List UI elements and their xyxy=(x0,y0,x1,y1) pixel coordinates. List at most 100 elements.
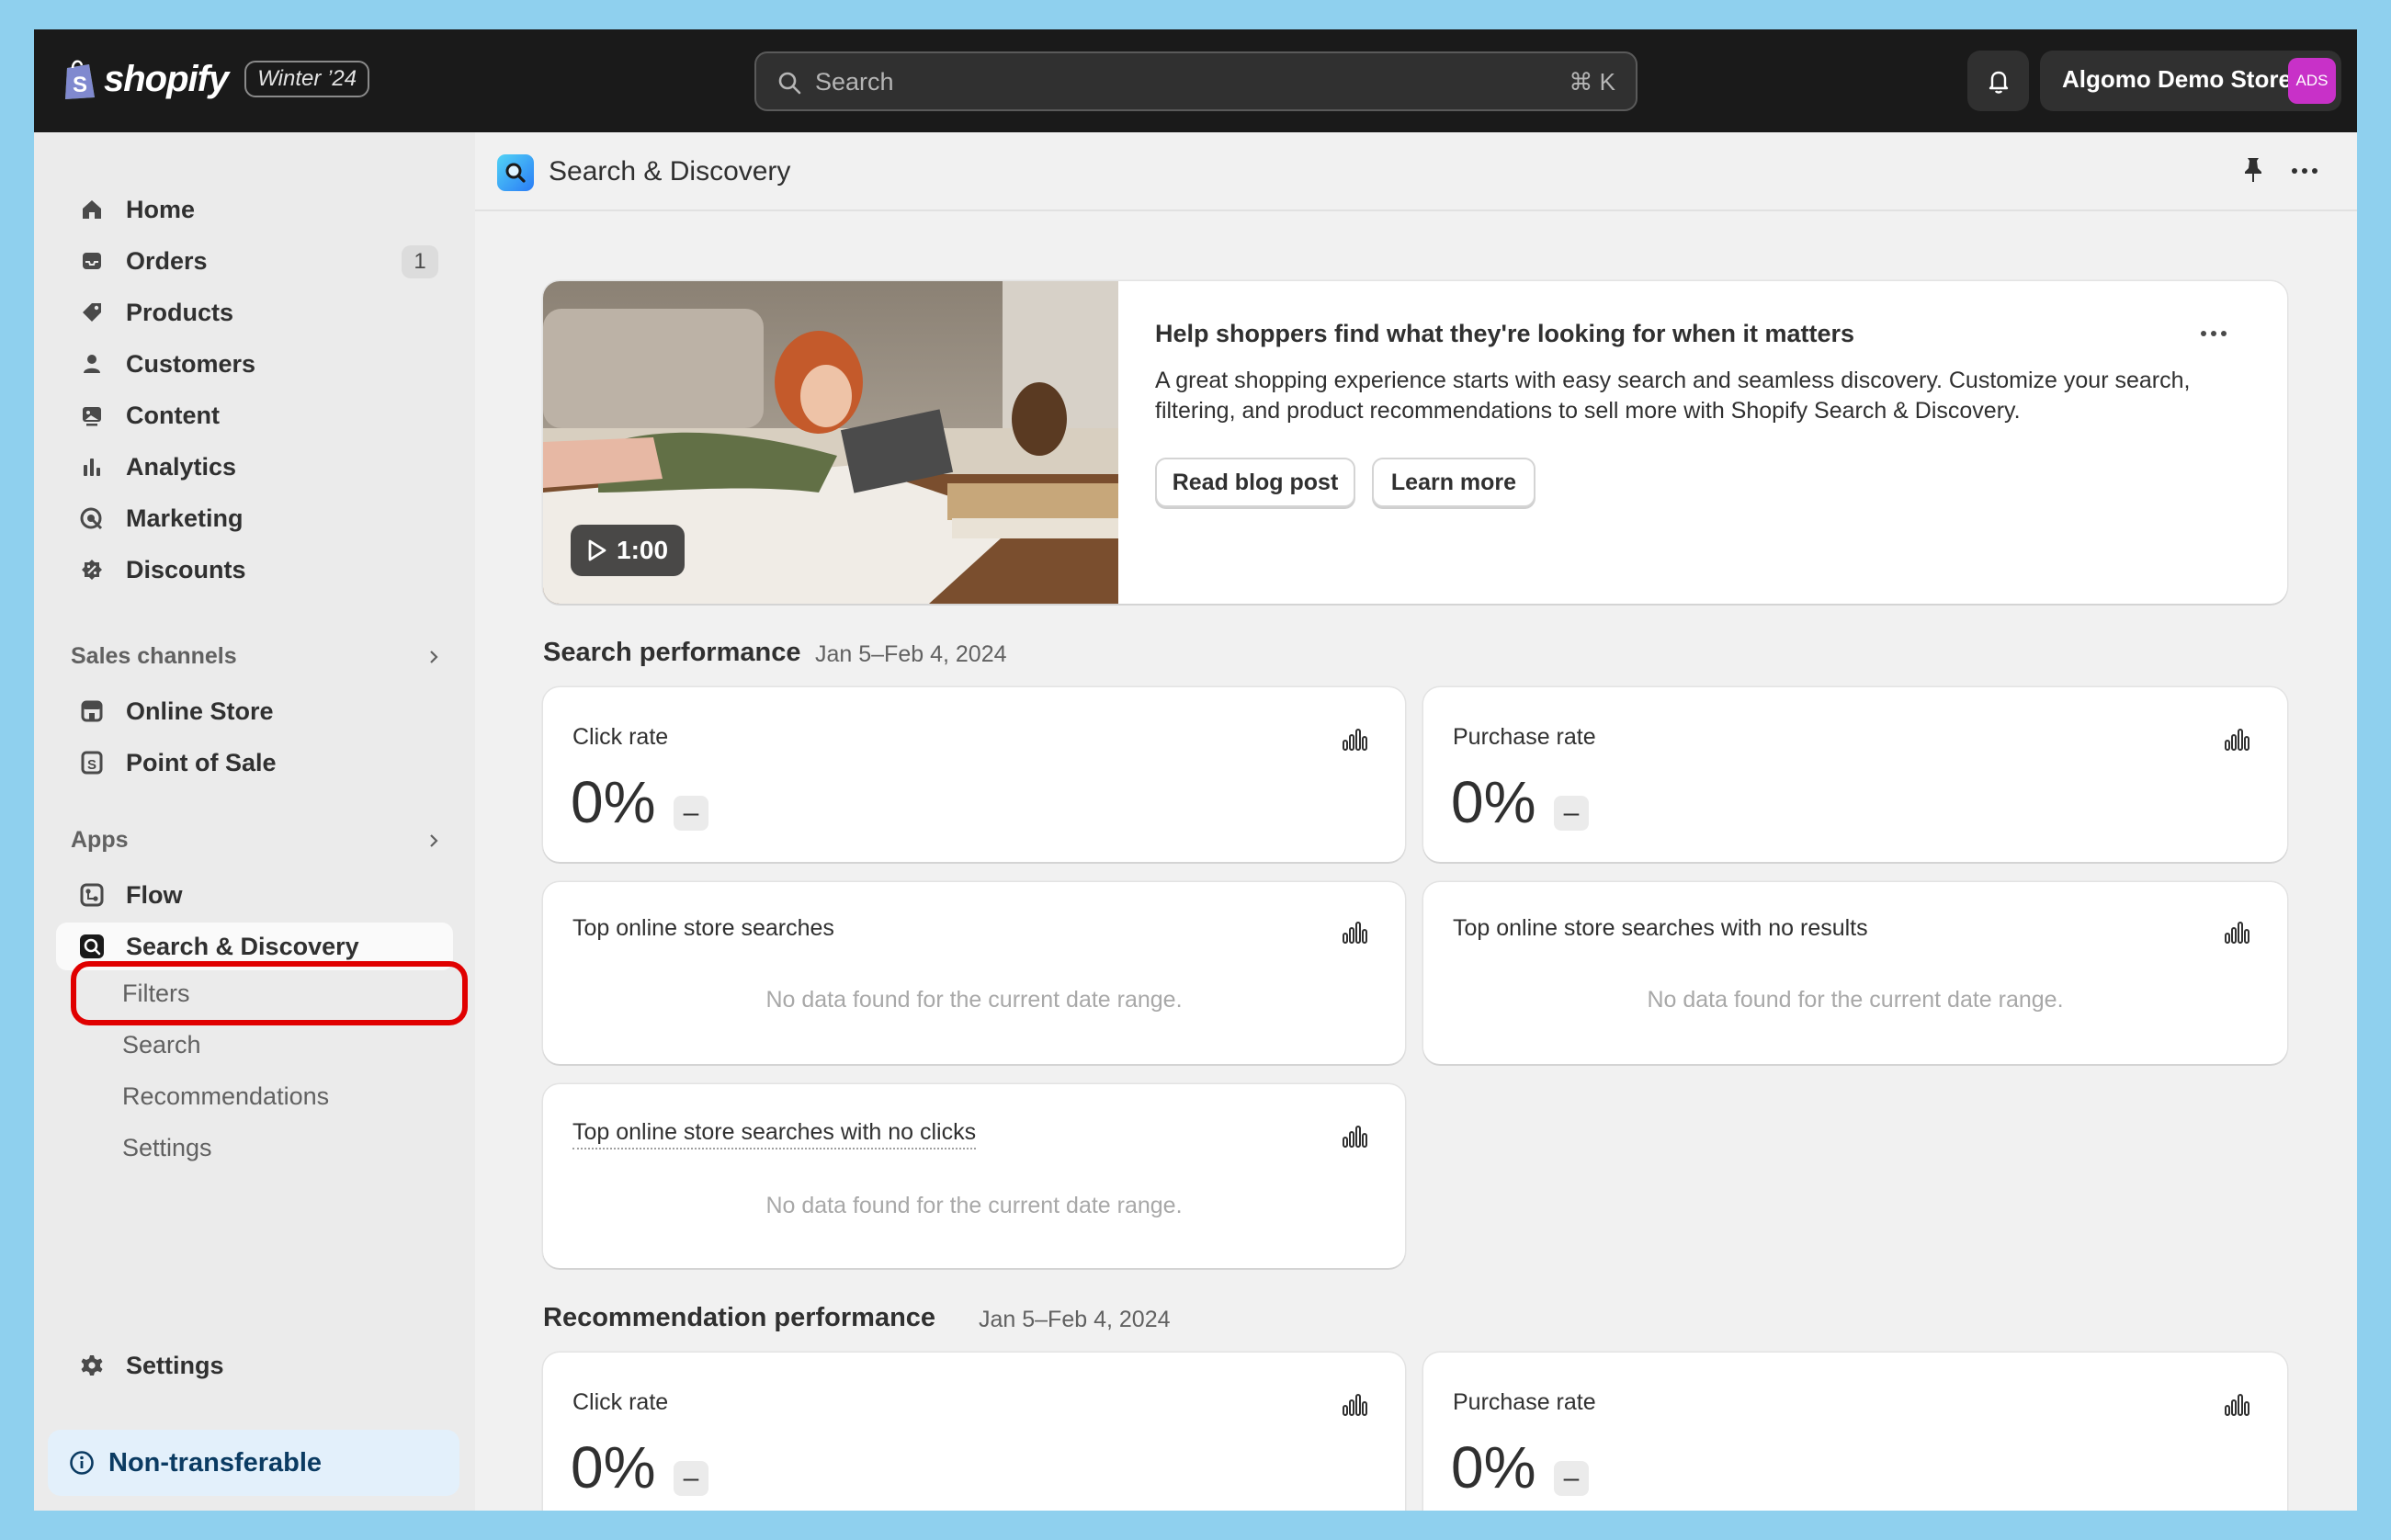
search-icon xyxy=(778,72,801,95)
top-searches-card: Top online store searches No data found … xyxy=(543,882,1405,1064)
sidebar-item-label: Analytics xyxy=(126,452,237,481)
sidebar-item-content[interactable]: Content xyxy=(56,391,453,439)
sidebar-item-label: Home xyxy=(126,195,196,223)
search-discovery-app-icon xyxy=(497,154,534,191)
avatar: ADS xyxy=(2288,58,2336,104)
play-icon xyxy=(588,539,606,561)
empty-state-text: No data found for the current date range… xyxy=(765,987,1183,1013)
app-window: S shopify Winter ’24 Search ⌘ K Algomo D… xyxy=(34,29,2357,1511)
apps-heading[interactable]: Apps xyxy=(71,827,129,854)
bell-icon xyxy=(1989,71,2008,94)
image-icon xyxy=(76,400,108,431)
sidebar-subitem-settings[interactable]: Settings xyxy=(122,1134,212,1162)
chart-icon[interactable] xyxy=(1341,1391,1368,1419)
sidebar-item-label: Flow xyxy=(126,880,183,909)
learn-more-button[interactable]: Learn more xyxy=(1372,458,1535,507)
chevron-right-icon[interactable] xyxy=(425,649,442,665)
empty-state-text: No data found for the current date range… xyxy=(765,1193,1183,1218)
sidebar-item-flow[interactable]: Flow xyxy=(56,871,453,919)
empty-state-text: No data found for the current date range… xyxy=(1647,987,2064,1013)
card-title: Top online store searches xyxy=(572,915,834,941)
top-bar: S shopify Winter ’24 Search ⌘ K Algomo D… xyxy=(34,29,2357,132)
sidebar-item-label: Content xyxy=(126,401,220,429)
sidebar-item-label: Marketing xyxy=(126,504,244,532)
chart-icon[interactable] xyxy=(2223,919,2250,946)
sidebar-item-label: Settings xyxy=(126,1351,224,1379)
chart-icon[interactable] xyxy=(2223,726,2250,753)
chevron-right-icon[interactable] xyxy=(425,832,442,849)
sidebar-item-label: Customers xyxy=(126,349,256,378)
metric-change: – xyxy=(674,1461,708,1496)
search-shortcut-hint: ⌘ K xyxy=(1569,68,1615,96)
banner-description: A great shopping experience starts with … xyxy=(1155,368,2191,424)
sidebar-item-label: Search & Discovery xyxy=(126,932,359,960)
sidebar-nav: Home Orders 1 Products Customers Content… xyxy=(34,132,475,1511)
more-options-icon[interactable] xyxy=(2199,329,2228,338)
sidebar-subitem-search[interactable]: Search xyxy=(122,1031,201,1059)
banner-title: Help shoppers find what they're looking … xyxy=(1155,320,1855,347)
pos-icon: S xyxy=(76,747,108,778)
target-icon xyxy=(76,503,108,534)
discount-icon xyxy=(76,554,108,585)
recommendation-performance-title: Recommendation performance xyxy=(543,1303,936,1332)
metric-change: – xyxy=(1554,1461,1589,1496)
search-placeholder: Search xyxy=(815,68,894,96)
intro-video-thumbnail[interactable]: 1:00 xyxy=(543,281,1118,604)
sidebar-item-products[interactable]: Products xyxy=(56,289,453,336)
shopify-logo[interactable]: S shopify Winter ’24 xyxy=(62,57,370,101)
flow-icon xyxy=(76,879,108,911)
svg-text:S: S xyxy=(73,73,87,97)
gear-icon xyxy=(76,1350,108,1381)
sidebar-item-label: Orders xyxy=(126,246,208,275)
intro-banner-card: 1:00 Help shoppers find what they're loo… xyxy=(543,281,2287,604)
global-search-input[interactable]: Search ⌘ K xyxy=(754,51,1637,111)
shopify-wordmark: shopify xyxy=(104,58,229,99)
sidebar-item-customers[interactable]: Customers xyxy=(56,340,453,388)
inbox-icon xyxy=(76,245,108,277)
sidebar-item-analytics[interactable]: Analytics xyxy=(56,443,453,491)
search-performance-title: Search performance xyxy=(543,638,801,667)
sidebar-item-point-of-sale[interactable]: S Point of Sale xyxy=(56,739,453,787)
card-title[interactable]: Top online store searches with no clicks xyxy=(572,1119,977,1149)
sidebar-item-label: Online Store xyxy=(126,696,274,725)
sidebar-item-settings[interactable]: Settings xyxy=(56,1342,453,1389)
page-header: Search & Discovery xyxy=(475,132,2357,211)
pin-icon[interactable] xyxy=(2238,154,2269,186)
sidebar-item-marketing[interactable]: Marketing xyxy=(56,494,453,542)
search-purchase-rate-card: Purchase rate 0% – xyxy=(1423,687,2287,862)
chart-icon[interactable] xyxy=(1341,726,1368,753)
sidebar-item-home[interactable]: Home xyxy=(56,186,453,233)
sidebar-item-label: Point of Sale xyxy=(126,748,277,776)
home-icon xyxy=(76,194,108,225)
person-icon xyxy=(76,348,108,379)
edition-badge: Winter ’24 xyxy=(244,61,370,97)
search-performance-date-range: Jan 5–Feb 4, 2024 xyxy=(815,641,1007,667)
chart-icon[interactable] xyxy=(1341,919,1368,946)
metric-label: Click rate xyxy=(572,724,669,750)
store-name: Algomo Demo Store xyxy=(2062,65,2292,93)
card-title: Top online store searches with no result… xyxy=(1453,915,1868,941)
non-transferable-notice[interactable]: Non-transferable xyxy=(48,1430,459,1496)
sales-channels-heading[interactable]: Sales channels xyxy=(71,643,237,670)
metric-label: Purchase rate xyxy=(1453,1389,1596,1415)
sidebar-item-label: Products xyxy=(126,298,234,326)
chart-icon[interactable] xyxy=(2223,1391,2250,1419)
chart-icon[interactable] xyxy=(1341,1123,1368,1150)
bar-chart-icon xyxy=(76,451,108,482)
sidebar-item-discounts[interactable]: Discounts xyxy=(56,546,453,594)
read-blog-post-button[interactable]: Read blog post xyxy=(1155,458,1355,507)
page-title: Search & Discovery xyxy=(549,156,791,187)
sidebar-item-orders[interactable]: Orders 1 xyxy=(56,237,453,285)
sidebar-item-online-store[interactable]: Online Store xyxy=(56,687,453,735)
search-click-rate-card: Click rate 0% – xyxy=(543,687,1405,862)
metric-label: Purchase rate xyxy=(1453,724,1596,750)
video-duration-badge[interactable]: 1:00 xyxy=(571,525,686,576)
svg-text:S: S xyxy=(87,757,96,773)
sidebar-item-label: Discounts xyxy=(126,555,246,583)
store-menu-button[interactable]: Algomo Demo Store ADS xyxy=(2040,51,2341,111)
notifications-button[interactable] xyxy=(1967,51,2029,111)
more-options-icon[interactable] xyxy=(2289,160,2320,182)
metric-value: 0% xyxy=(571,1434,656,1500)
sidebar-subitem-recommendations[interactable]: Recommendations xyxy=(122,1082,329,1111)
shopify-bag-icon: S xyxy=(62,57,98,101)
